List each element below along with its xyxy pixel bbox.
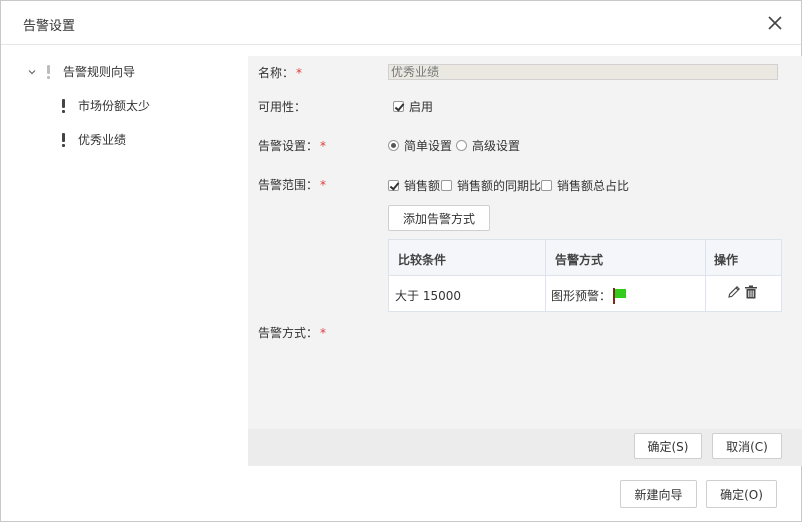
- header-method: 告警方式: [555, 253, 604, 267]
- alert-settings-dialog: 告警设置 告警规则向导 市场份额太少 优秀业绩 名称：* 优秀业绩 可用性：: [0, 0, 802, 522]
- radio-selected-icon[interactable]: [388, 140, 399, 151]
- required-mark: *: [320, 139, 327, 153]
- checkbox-unchecked-icon[interactable]: [541, 180, 552, 191]
- enable-label: 启用: [409, 100, 434, 114]
- tree-item-market-share[interactable]: 市场份额太少: [62, 95, 150, 115]
- checkbox-unchecked-icon[interactable]: [441, 180, 452, 191]
- cell-method: 图形预警：: [551, 287, 627, 304]
- alert-icon: [62, 132, 66, 147]
- scope-share-checkbox[interactable]: 销售额总占比: [541, 177, 629, 194]
- required-mark: *: [296, 66, 303, 80]
- scope-option-label: 销售额总占比: [557, 179, 630, 193]
- tree-item-label: 市场份额太少: [78, 98, 151, 113]
- name-label: 名称：: [258, 66, 295, 80]
- advanced-setting-radio[interactable]: 高级设置: [456, 137, 520, 154]
- alert-gray-icon: [47, 64, 51, 79]
- dialog-ok-button[interactable]: 确定(O): [706, 480, 777, 508]
- alert-method-label: 告警方式：: [258, 326, 319, 340]
- rule-detail-panel: 名称： * 优秀业绩 可用性： 启用 告警设置： * 简单设置 高级设置 告警范围：…: [248, 56, 802, 466]
- name-label-row: 名称： *: [258, 64, 302, 81]
- panel-cancel-button[interactable]: 取消(C): [712, 433, 782, 459]
- header-condition: 比较条件: [398, 253, 447, 267]
- radio-unselected-icon[interactable]: [456, 140, 467, 151]
- delete-trash-icon[interactable]: [743, 284, 759, 300]
- simple-setting-radio[interactable]: 简单设置: [388, 137, 452, 154]
- tree-root-label: 告警规则向导: [63, 64, 136, 79]
- header-actions: 操作: [714, 253, 739, 267]
- simple-setting-label: 简单设置: [404, 139, 453, 153]
- availability-label: 可用性：: [258, 100, 307, 114]
- chevron-down-icon[interactable]: [27, 66, 37, 76]
- alert-scope-label: 告警范围：: [258, 178, 319, 192]
- cell-condition: 大于 15000: [395, 289, 461, 303]
- edit-pencil-icon[interactable]: [726, 284, 742, 300]
- advanced-setting-label: 高级设置: [472, 139, 521, 153]
- add-alert-method-button[interactable]: 添加告警方式: [388, 205, 490, 231]
- alert-scope-label-row: 告警范围： *: [258, 176, 326, 193]
- alert-setting-label-row: 告警设置： *: [258, 137, 326, 154]
- required-mark: *: [320, 178, 327, 192]
- scope-yoy-checkbox[interactable]: 销售额的同期比: [441, 177, 541, 194]
- enable-checkbox[interactable]: 启用: [393, 98, 433, 115]
- dialog-titlebar: 告警设置: [1, 1, 801, 45]
- alert-setting-label: 告警设置：: [258, 139, 319, 153]
- tree-root-wizard[interactable]: 告警规则向导: [27, 61, 135, 81]
- green-flag-icon: [613, 287, 627, 304]
- close-icon[interactable]: [765, 13, 785, 33]
- alert-method-label-row: 告警方式： *: [258, 324, 326, 341]
- rule-tree: 告警规则向导 市场份额太少 优秀业绩: [1, 46, 247, 466]
- method-text: 图形预警：: [551, 289, 612, 303]
- checkbox-checked-icon[interactable]: [388, 180, 399, 191]
- dialog-title: 告警设置: [23, 19, 76, 34]
- tree-item-label: 优秀业绩: [78, 132, 127, 147]
- scope-option-label: 销售额: [404, 179, 441, 193]
- tree-item-excellent-performance[interactable]: 优秀业绩: [62, 129, 126, 149]
- name-field[interactable]: 优秀业绩: [388, 64, 778, 80]
- scope-option-label: 销售额的同期比: [457, 179, 542, 193]
- column-divider: [705, 240, 706, 311]
- new-wizard-button[interactable]: 新建向导: [620, 480, 697, 508]
- required-mark: *: [320, 326, 327, 340]
- alert-condition-table: 比较条件 告警方式 操作 大于 15000 图形预警：: [388, 239, 782, 312]
- checkbox-checked-icon[interactable]: [393, 101, 404, 112]
- alert-icon: [62, 98, 66, 113]
- scope-sales-checkbox[interactable]: 销售额: [388, 177, 440, 194]
- panel-ok-button[interactable]: 确定(S): [634, 433, 702, 459]
- column-divider: [545, 240, 546, 311]
